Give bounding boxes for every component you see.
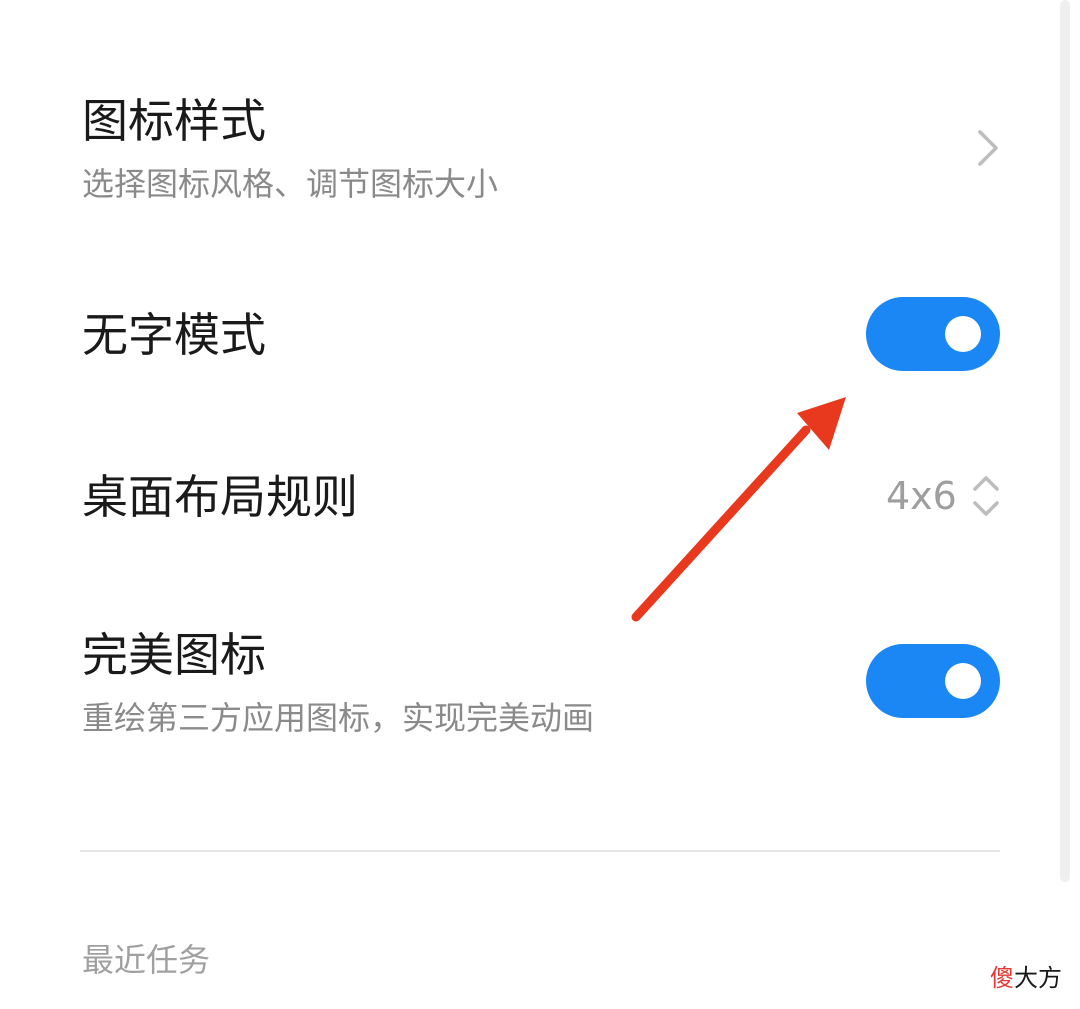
perfect-icons-row: 完美图标 重绘第三方应用图标，实现完美动画 <box>0 580 1060 800</box>
up-down-chevron-icon[interactable] <box>970 472 1002 520</box>
no-text-mode-title: 无字模式 <box>82 308 266 362</box>
perfect-icons-toggle[interactable] <box>866 644 1000 718</box>
icon-style-title: 图标样式 <box>82 94 266 148</box>
no-text-mode-row: 无字模式 <box>0 250 1060 420</box>
scrollbar[interactable] <box>1060 0 1070 882</box>
toggle-knob <box>945 663 981 699</box>
watermark-accent-char: 傻 <box>990 964 1014 992</box>
recent-tasks-header: 最近任务 <box>82 941 211 979</box>
settings-page: 图标样式 选择图标风格、调节图标大小 无字模式 桌面布局规则 4x6 完美图标 … <box>0 0 1080 1009</box>
toggle-knob <box>945 316 981 352</box>
no-text-mode-toggle[interactable] <box>866 297 1000 371</box>
desktop-layout-value: 4x6 <box>886 474 957 518</box>
chevron-right-icon <box>978 130 998 166</box>
watermark-text: 大方 <box>1014 964 1062 992</box>
desktop-layout-row[interactable]: 桌面布局规则 4x6 <box>0 420 1060 580</box>
icon-style-row[interactable]: 图标样式 选择图标风格、调节图标大小 <box>0 0 1060 250</box>
section-divider <box>80 850 1000 852</box>
perfect-icons-title: 完美图标 <box>82 628 266 682</box>
watermark: 傻大方 <box>990 958 1062 993</box>
desktop-layout-title: 桌面布局规则 <box>82 470 358 524</box>
perfect-icons-subtitle: 重绘第三方应用图标，实现完美动画 <box>82 699 595 737</box>
icon-style-subtitle: 选择图标风格、调节图标大小 <box>82 165 499 203</box>
